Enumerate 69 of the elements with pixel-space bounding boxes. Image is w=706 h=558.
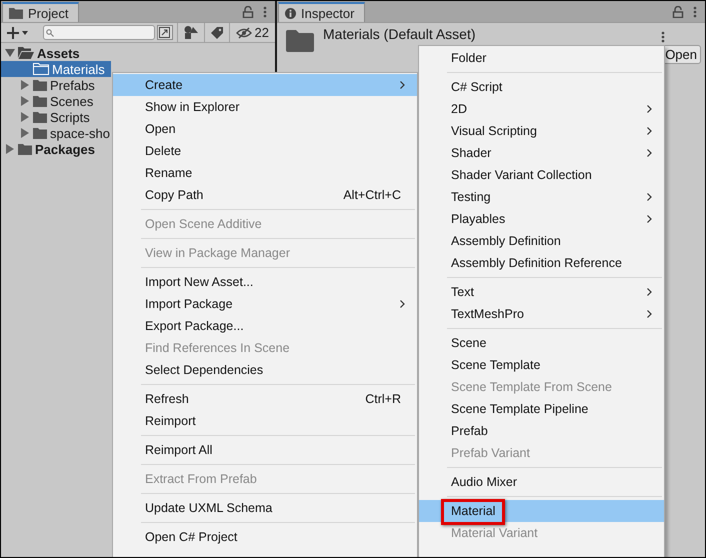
menu-item[interactable]: Import New Asset...: [113, 271, 417, 293]
menu-item[interactable]: Import Package: [113, 293, 417, 315]
menu-item[interactable]: Export Package...: [113, 315, 417, 337]
folder-icon: [18, 47, 34, 59]
menu-item[interactable]: Assembly Definition: [419, 230, 664, 252]
hidden-count-button[interactable]: 22: [228, 23, 275, 42]
menu-item[interactable]: Material: [419, 500, 664, 522]
folder-icon: [286, 30, 314, 52]
folder-icon: [33, 95, 47, 107]
search-mode-button[interactable]: [157, 25, 173, 40]
lock-icon[interactable]: [672, 6, 684, 18]
folder-icon: [9, 7, 23, 19]
panel-tab[interactable]: Project: [2, 2, 80, 22]
info-icon: [285, 8, 296, 18]
menu-item[interactable]: Show in Explorer: [113, 96, 417, 118]
menu-item[interactable]: Delete: [113, 140, 417, 162]
tree-item[interactable]: Scripts: [1, 109, 111, 125]
menu-item[interactable]: Select Dependencies: [113, 359, 417, 381]
menu-item[interactable]: TextMeshPro: [419, 303, 664, 325]
menu-item[interactable]: Playables: [419, 208, 664, 230]
folder-icon: [18, 143, 32, 155]
asset-title: Materials (Default Asset): [323, 26, 476, 43]
tree-item[interactable]: Scenes: [1, 93, 111, 109]
expanded-arrow-icon[interactable]: [5, 49, 15, 57]
tree-item[interactable]: Prefabs: [1, 77, 111, 93]
hidden-eye-icon: [236, 26, 252, 38]
tree-item[interactable]: Materials: [1, 61, 111, 77]
lock-icon[interactable]: [242, 6, 254, 18]
tree-item[interactable]: Assets: [1, 45, 111, 61]
menu-item[interactable]: Shader Variant Collection: [419, 164, 664, 186]
menu-item[interactable]: Update UXML Schema: [113, 497, 417, 519]
menu-item[interactable]: Audio Mixer: [419, 471, 664, 493]
window-arrow-icon: [159, 27, 170, 38]
search-icon: [46, 28, 54, 36]
more-icon[interactable]: [263, 6, 267, 18]
shortcut-label: Ctrl+R: [365, 392, 402, 406]
search-field[interactable]: [42, 25, 156, 40]
menu-item[interactable]: Visual Scripting: [419, 120, 664, 142]
menu-item[interactable]: 2D: [419, 98, 664, 120]
menu-item[interactable]: Create: [113, 74, 417, 96]
shapes-icon: [184, 26, 198, 39]
tree-item[interactable]: Packages: [1, 141, 111, 157]
menu-item[interactable]: Copy Path Alt+Ctrl+C: [113, 184, 417, 206]
menu-item[interactable]: Scene Template: [419, 354, 664, 376]
folder-icon: [33, 127, 47, 139]
folder-icon: [33, 63, 49, 75]
menu-item[interactable]: Open: [113, 118, 417, 140]
menu-item[interactable]: Assembly Definition Reference: [419, 252, 664, 274]
menu-item[interactable]: Text: [419, 281, 664, 303]
menu-item[interactable]: Open C# Project: [113, 526, 417, 548]
shortcut-label: Alt+Ctrl+C: [343, 188, 402, 202]
tag-icon: [210, 26, 223, 38]
menu-item[interactable]: Refresh Ctrl+R: [113, 388, 417, 410]
menu-item[interactable]: Rename: [113, 162, 417, 184]
plus-caret-icon: [6, 26, 29, 38]
menu-item[interactable]: Reimport All: [113, 439, 417, 461]
menu-item[interactable]: Shader: [419, 142, 664, 164]
tree-item[interactable]: space-sho: [1, 125, 111, 141]
menu-item[interactable]: Scene Template Pipeline: [419, 398, 664, 420]
menu-item[interactable]: Reimport: [113, 410, 417, 432]
menu-item[interactable]: Folder: [419, 47, 664, 69]
menu-item[interactable]: C# Script: [419, 76, 664, 98]
folder-icon: [33, 111, 47, 123]
panel-tab[interactable]: Inspector: [278, 2, 366, 22]
menu-item[interactable]: Testing: [419, 186, 664, 208]
folder-icon: [33, 79, 47, 91]
more-icon[interactable]: [693, 6, 697, 18]
menu-item[interactable]: Prefab: [419, 420, 664, 442]
menu-item[interactable]: Scene: [419, 332, 664, 354]
